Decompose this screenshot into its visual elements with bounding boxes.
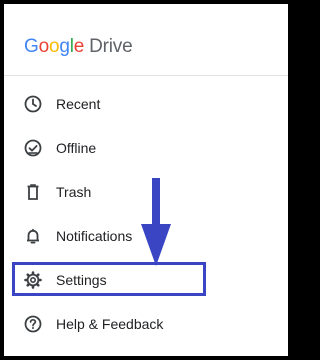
help-icon <box>22 313 44 335</box>
drive-product-name: Drive <box>89 36 133 57</box>
offline-check-icon <box>22 137 44 159</box>
menu-item-label: Offline <box>56 140 97 156</box>
menu-item-recent[interactable]: Recent <box>4 82 288 126</box>
menu-item-label: Trash <box>56 184 92 200</box>
logo-letter: o <box>48 36 60 57</box>
trash-icon <box>22 181 44 203</box>
menu-item-offline[interactable]: Offline <box>4 126 288 170</box>
bell-icon <box>22 225 44 247</box>
menu-item-help-feedback[interactable]: Help & Feedback <box>4 302 288 346</box>
menu-item-label: Recent <box>56 96 101 112</box>
logo-letter: g <box>59 36 70 57</box>
clock-icon <box>22 93 44 115</box>
logo-letter: e <box>73 36 85 57</box>
header-divider <box>4 75 288 76</box>
drive-nav-drawer: Google Drive Recent Offline Trash Notifi… <box>4 4 288 356</box>
google-drive-logo: Google Drive <box>24 34 133 60</box>
logo-letter: o <box>38 36 50 57</box>
menu-item-label: Notifications <box>56 228 133 244</box>
logo-letter: G <box>24 36 39 57</box>
pointer-arrow-icon <box>139 178 173 268</box>
menu-item-label: Help & Feedback <box>56 316 164 332</box>
google-wordmark: Google <box>24 36 84 57</box>
settings-highlight-box <box>12 262 206 296</box>
